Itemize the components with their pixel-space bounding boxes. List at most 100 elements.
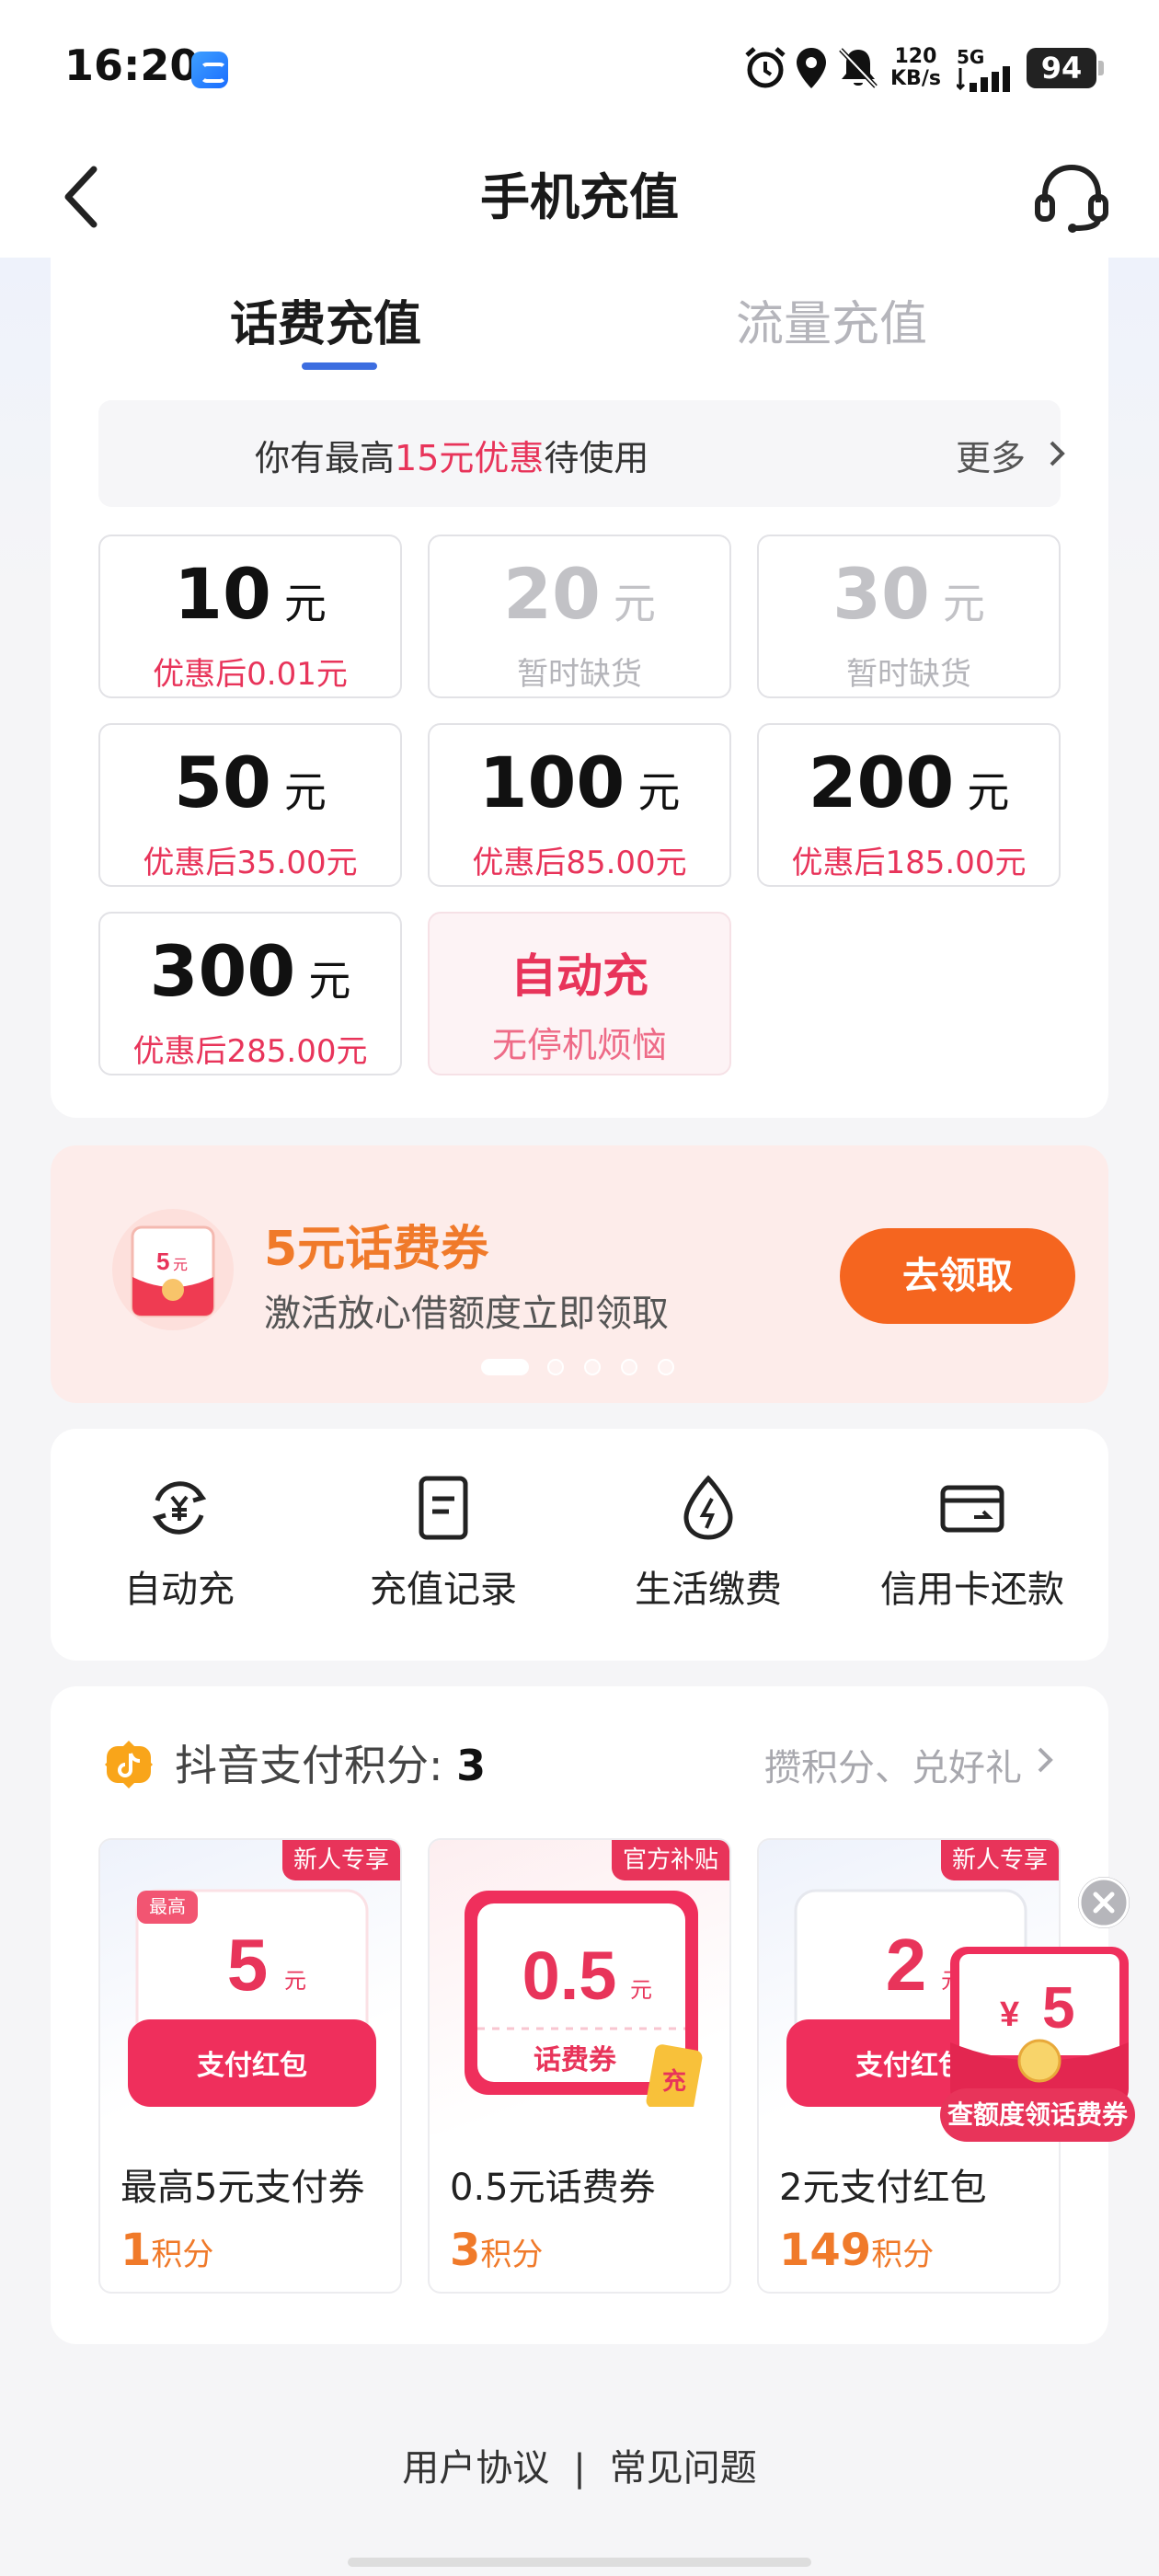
promo-more-link[interactable]: 更多 xyxy=(956,430,1026,480)
service-utility-payment[interactable]: 生活缴费 xyxy=(580,1473,837,1613)
tile-amount: 200 xyxy=(808,742,955,823)
promo-prefix: 你有最高 xyxy=(255,438,396,478)
tile-amount: 300 xyxy=(149,930,296,1012)
product-name: 最高5元支付券 xyxy=(120,2167,365,2209)
carousel-dot[interactable] xyxy=(621,1359,637,1375)
tab-phone-credit[interactable]: 话费充值 xyxy=(230,285,421,354)
amount-tile-100[interactable]: 100 元 优惠后85.00元 xyxy=(428,723,731,887)
banner-title: 5元话费券 xyxy=(264,1222,489,1277)
auto-recharge-icon xyxy=(152,1481,207,1535)
product-amount: 2 xyxy=(886,1924,927,2006)
product-name: 2元支付红包 xyxy=(779,2167,987,2209)
chevron-right-icon xyxy=(1050,441,1065,466)
promo-highlight: 15元优惠 xyxy=(395,438,545,478)
product-image: 最高 5 元 支付红包 xyxy=(100,1840,400,2134)
amount-tile-200[interactable]: 200 元 优惠后185.00元 xyxy=(757,723,1061,887)
carousel-dots xyxy=(481,1357,739,1375)
amount-tile-30[interactable]: 30 元 暂时缺货 xyxy=(757,535,1061,698)
net-speed-unit: KB/s xyxy=(890,67,941,90)
tile-unit: 元 xyxy=(942,579,985,628)
points-more-link[interactable]: 攒积分、兑好礼 xyxy=(764,1738,1022,1791)
user-agreement-link[interactable]: 用户协议 xyxy=(402,2447,549,2490)
coupon-banner[interactable]: 5 元 5元话费券 激活放心借额度立即领取 去领取 xyxy=(51,1145,1108,1403)
banner-subtitle: 激活放心借额度立即领取 xyxy=(264,1293,669,1335)
carousel-dot[interactable] xyxy=(547,1359,564,1375)
points-product-2[interactable]: 0.5 元 话费券 充 官方补贴 0.5元话费券 3积分 xyxy=(428,1838,731,2294)
amount-tile-10[interactable]: 10 元 优惠后0.01元 xyxy=(98,535,402,698)
product-price-unit: 积分 xyxy=(151,2237,214,2273)
promo-text: 你有最高15元优惠待使用 xyxy=(255,430,648,480)
service-recharge-record[interactable]: 充值记录 xyxy=(315,1473,572,1613)
net-speed-value: 120 xyxy=(894,45,937,68)
tile-discount-price: 优惠后35.00元 xyxy=(143,845,358,881)
product-tag: 新人专享 xyxy=(940,1840,1059,1880)
tile-amount: 20 xyxy=(503,553,601,635)
tile-amount: 100 xyxy=(478,742,625,823)
product-unit: 元 xyxy=(284,1969,306,1994)
mute-bell-icon xyxy=(839,48,878,88)
auto-recharge-subtitle: 无停机烦恼 xyxy=(491,1025,667,1065)
tile-amount: 50 xyxy=(174,742,271,823)
tile-discount-price: 优惠后0.01元 xyxy=(153,656,348,693)
amount-tile-300[interactable]: 300 元 优惠后285.00元 xyxy=(98,912,402,1075)
float-label[interactable]: 查额度领话费券 xyxy=(940,2088,1135,2142)
product-price-unit: 积分 xyxy=(480,2237,544,2273)
signal-icon xyxy=(957,66,1010,92)
coupon-icon-amount: 5 xyxy=(156,1248,169,1275)
page-title: 手机充值 xyxy=(480,168,679,226)
float-amount: 5 xyxy=(1042,1974,1075,2041)
recharge-card: 话费充值 流量充值 你有最高15元优惠待使用 更多 10 元 优惠后0.01元 2… xyxy=(51,248,1108,1118)
points-value: 3 xyxy=(456,1741,487,1790)
red-envelope-icon: 5 元 xyxy=(112,1209,234,1330)
footer: 用户协议 | 常见问题 xyxy=(0,2438,1159,2491)
product-tag: 新人专享 xyxy=(281,1840,400,1880)
faq-link[interactable]: 常见问题 xyxy=(610,2447,757,2490)
carousel-dot[interactable] xyxy=(584,1359,601,1375)
product-unit: 元 xyxy=(630,1978,652,2003)
service-label: 生活缴费 xyxy=(635,1569,782,1611)
product-price-unit: 积分 xyxy=(871,2237,935,2273)
home-indicator[interactable] xyxy=(348,2558,811,2567)
float-currency: ¥ xyxy=(1000,1995,1019,2034)
carousel-dot-active[interactable] xyxy=(481,1359,529,1375)
points-product-1[interactable]: 最高 5 元 支付红包 新人专享 最高5元支付券 1积分 xyxy=(98,1838,402,2294)
product-tag: 官方补贴 xyxy=(611,1840,729,1880)
product-price: 1积分 xyxy=(120,2225,213,2276)
alarm-icon xyxy=(745,47,786,88)
amount-tile-50[interactable]: 50 元 优惠后35.00元 xyxy=(98,723,402,887)
utility-icon xyxy=(683,1475,733,1540)
product-band-label: 支付红包 xyxy=(197,2050,307,2081)
tile-unit: 元 xyxy=(283,767,327,817)
product-price-value: 1 xyxy=(120,2225,152,2276)
auto-recharge-tile[interactable]: 自动充 无停机烦恼 xyxy=(428,912,731,1075)
tile-out-of-stock: 暂时缺货 xyxy=(846,656,971,693)
service-credit-card[interactable]: 信用卡还款 xyxy=(843,1473,1101,1613)
service-label: 信用卡还款 xyxy=(880,1569,1064,1611)
product-band-label: 话费券 xyxy=(534,2045,617,2076)
product-amount: 0.5 xyxy=(522,1938,617,2014)
phone-credit-coupon-icon: 0.5 元 话费券 充 xyxy=(465,1891,703,2107)
douyin-pay-icon xyxy=(105,1741,153,1788)
product-corner-label: 最高 xyxy=(149,1896,186,1917)
amount-tile-20[interactable]: 20 元 暂时缺货 xyxy=(428,535,731,698)
tile-discount-price: 优惠后185.00元 xyxy=(791,845,1027,881)
service-auto-recharge[interactable]: 自动充 xyxy=(51,1473,308,1613)
carousel-dot[interactable] xyxy=(658,1359,674,1375)
tile-unit: 元 xyxy=(283,579,327,628)
claim-button[interactable]: 去领取 xyxy=(840,1228,1075,1324)
tile-unit: 元 xyxy=(613,579,656,628)
promo-suffix: 待使用 xyxy=(544,438,649,478)
credit-card-icon xyxy=(940,1485,1004,1533)
discount-promo-bar[interactable]: 你有最高15元优惠待使用 更多 xyxy=(98,400,1065,507)
coupon-icon-unit: 元 xyxy=(173,1258,188,1273)
status-bar: 16:20 120 KB/s 5G 94 xyxy=(0,0,1159,138)
record-icon xyxy=(419,1476,468,1540)
customer-service-icon[interactable] xyxy=(1030,160,1113,234)
tab-data-plan[interactable]: 流量充值 xyxy=(736,285,927,354)
close-icon[interactable] xyxy=(1078,1877,1130,1928)
product-badge: 充 xyxy=(662,2067,686,2095)
net-speed: 120 KB/s xyxy=(890,46,941,90)
tab-indicator xyxy=(302,362,377,370)
product-amount: 5 xyxy=(227,1924,269,2006)
points-balance: 抖音支付积分: 3 xyxy=(175,1732,486,1793)
